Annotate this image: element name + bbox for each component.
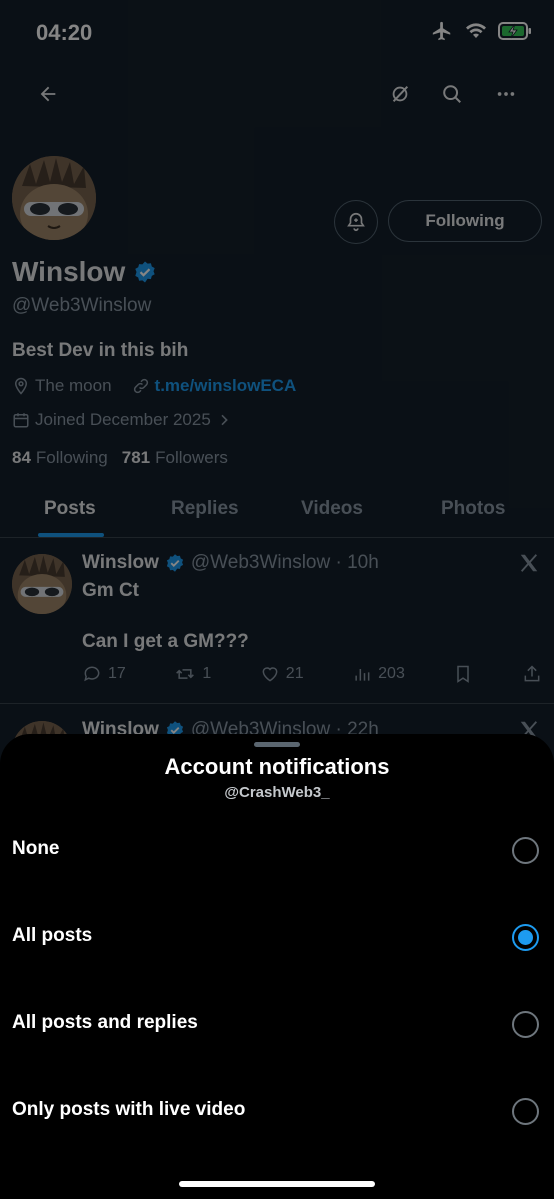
- option-label: None: [12, 838, 60, 859]
- option-none[interactable]: None: [0, 810, 554, 890]
- option-label: Only posts with live video: [12, 1099, 246, 1120]
- radio-button[interactable]: [512, 1098, 539, 1125]
- radio-button[interactable]: [512, 837, 539, 864]
- radio-button[interactable]: [512, 1011, 539, 1038]
- account-notifications-sheet: Account notifications @CrashWeb3_ None A…: [0, 734, 554, 1199]
- option-all-posts-and-replies[interactable]: All posts and replies: [0, 984, 554, 1064]
- sheet-grabber[interactable]: [254, 742, 300, 747]
- sheet-subtitle: @CrashWeb3_: [224, 784, 330, 801]
- option-all-posts[interactable]: All posts: [0, 897, 554, 977]
- option-label: All posts and replies: [12, 1012, 198, 1033]
- option-live-video[interactable]: Only posts with live video: [0, 1071, 554, 1151]
- home-indicator[interactable]: [179, 1181, 375, 1187]
- sheet-title: Account notifications: [164, 754, 390, 779]
- option-label: All posts: [12, 925, 93, 946]
- radio-button-selected[interactable]: [512, 924, 539, 951]
